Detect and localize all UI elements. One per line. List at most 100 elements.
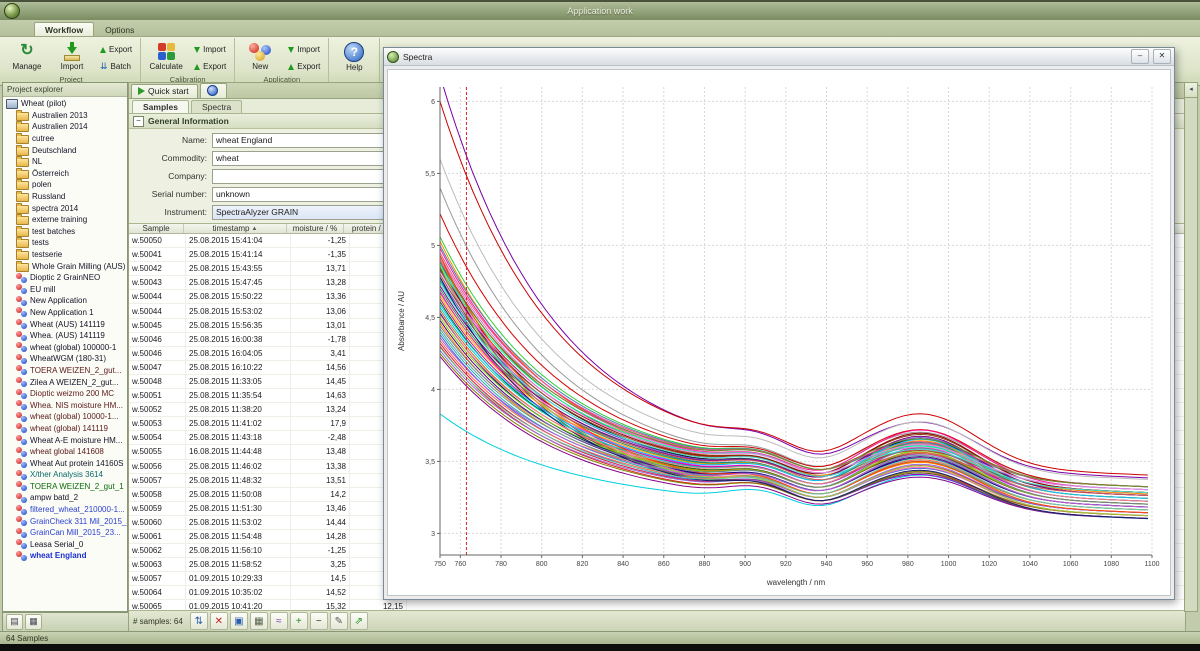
tab-samples[interactable]: Samples: [132, 100, 189, 113]
serial-number-field-label: Serial number:: [129, 189, 212, 199]
collapse-icon[interactable]: −: [133, 116, 144, 127]
tree-item[interactable]: Wheat A-E moisture HM...: [3, 434, 127, 446]
table-cell: 14,52: [291, 586, 350, 599]
spectra-window[interactable]: Spectra – ✕ 7507607808008208408608809009…: [383, 47, 1175, 600]
svg-text:760: 760: [454, 561, 466, 568]
table-cell: 25.08.2015 11:58:52: [186, 558, 291, 571]
column-header[interactable]: timestamp▲: [184, 224, 287, 233]
tree-item[interactable]: New Application: [3, 295, 127, 307]
app-icon: [16, 319, 27, 329]
tree-item[interactable]: Deutschland: [3, 144, 127, 156]
help-button[interactable]: ? Help: [333, 39, 375, 73]
tree-item[interactable]: Australien 2014: [3, 121, 127, 133]
tree-item-label: New Application: [30, 296, 87, 305]
export-application-button[interactable]: Export: [284, 59, 324, 74]
tab-spectra[interactable]: Spectra: [191, 100, 242, 113]
table-cell: 25.08.2015 16:10:22: [186, 361, 291, 374]
tree-item[interactable]: cutree: [3, 133, 127, 145]
batch-button[interactable]: ⇊ Batch: [96, 59, 136, 74]
list-view-button[interactable]: ▤: [6, 614, 23, 630]
tab-options[interactable]: Options: [94, 22, 145, 36]
calculate-button[interactable]: Calculate: [145, 39, 187, 74]
tree-item[interactable]: WheatWGM (180-31): [3, 353, 127, 365]
tree-item[interactable]: testserie: [3, 249, 127, 261]
tree-item[interactable]: tests: [3, 237, 127, 249]
tree-item[interactable]: GrainCan Mill_2015_23...: [3, 527, 127, 539]
tree-item[interactable]: Whea. (AUS) 141119: [3, 330, 127, 342]
tree-item[interactable]: wheat (global) 10000-1...: [3, 411, 127, 423]
tree-item[interactable]: Österreich: [3, 168, 127, 180]
tree-item[interactable]: externe training: [3, 214, 127, 226]
tree-item[interactable]: wheat (global) 141119: [3, 423, 127, 435]
spectra-window-titlebar[interactable]: Spectra – ✕: [384, 48, 1174, 66]
samples-toolbar: # samples: 64 ⇅✕▣▦≈+−✎⇗: [129, 610, 1185, 631]
export-calibration-button[interactable]: Export: [190, 59, 230, 74]
minimize-button[interactable]: –: [1131, 49, 1149, 64]
tree-item[interactable]: Whole Grain Milling (AUS): [3, 260, 127, 272]
tab-quick-start[interactable]: Quick start: [131, 84, 198, 98]
new-application-button[interactable]: New: [239, 39, 281, 74]
edit-button[interactable]: ✎: [330, 612, 348, 630]
tree-item[interactable]: X/ther Analysis 3614: [3, 469, 127, 481]
tree-item[interactable]: EU mill: [3, 284, 127, 296]
app-icon: [16, 528, 27, 538]
spectra-view-button[interactable]: ≈: [270, 612, 288, 630]
tree-item[interactable]: Australien 2013: [3, 110, 127, 122]
tree-item-label: GrainCan Mill_2015_23...: [30, 528, 121, 537]
svg-text:820: 820: [577, 561, 589, 568]
tree-item[interactable]: Wheat Aut protein 14160S: [3, 457, 127, 469]
tree-item[interactable]: Wheat (AUS) 141119: [3, 318, 127, 330]
tree-item[interactable]: wheat (global) 100000-1: [3, 341, 127, 353]
tree-item[interactable]: Leasa Serial_0: [3, 539, 127, 551]
reorder-button[interactable]: ⇅: [190, 612, 208, 630]
tree-item[interactable]: TOERA WEIZEN_2_gut_1: [3, 481, 127, 493]
titlebar[interactable]: Application work: [0, 0, 1200, 20]
export-project-button[interactable]: Export: [96, 42, 136, 57]
tree-item[interactable]: filtered_wheat_210000-1...: [3, 504, 127, 516]
tree-item[interactable]: spectra 2014: [3, 202, 127, 214]
column-header[interactable]: moisture / %: [287, 224, 344, 233]
tree-item[interactable]: test batches: [3, 226, 127, 238]
import-application-button[interactable]: Import: [284, 42, 324, 57]
tree-item[interactable]: Wheat (pilot): [3, 98, 127, 110]
grid-view-button[interactable]: ▦: [25, 614, 42, 630]
add-button[interactable]: +: [290, 612, 308, 630]
tree-item[interactable]: Dioptic 2 GrainNEO: [3, 272, 127, 284]
table-cell: 15,32: [291, 600, 350, 610]
import-project-button[interactable]: Import: [51, 39, 93, 74]
tree-item[interactable]: polen: [3, 179, 127, 191]
tree-item[interactable]: New Application 1: [3, 307, 127, 319]
svg-text:1080: 1080: [1104, 561, 1120, 568]
export-button[interactable]: ⇗: [350, 612, 368, 630]
import-calibration-button[interactable]: Import: [190, 42, 230, 57]
manage-button[interactable]: ↻ Manage: [6, 39, 48, 74]
tree-item[interactable]: wheat global 141608: [3, 446, 127, 458]
tree-item[interactable]: wheat England: [3, 550, 127, 562]
column-header[interactable]: Sample: [129, 224, 184, 233]
close-button[interactable]: ✕: [1153, 49, 1171, 64]
spectra-chart[interactable]: 7507607808008208408608809009209409609801…: [394, 77, 1164, 589]
folder-icon: [16, 170, 29, 179]
tree-item[interactable]: GrainCheck 311 Mil_2015_2...: [3, 515, 127, 527]
tree-item[interactable]: NL: [3, 156, 127, 168]
expand-panel-button[interactable]: ◂: [1185, 83, 1197, 98]
tree-item[interactable]: Whea. NIS moisture HM...: [3, 399, 127, 411]
delete-button[interactable]: ✕: [210, 612, 228, 630]
tree-item[interactable]: Russland: [3, 191, 127, 203]
table-view-button[interactable]: ▦: [250, 612, 268, 630]
tab-application-document[interactable]: [200, 83, 227, 98]
ribbon-group-project: ↻ Manage Import Export ⇊ Batch Project: [2, 38, 141, 84]
window-title: Application work: [0, 6, 1200, 16]
tree-item[interactable]: TOERA WEIZEN_2_gut...: [3, 365, 127, 377]
remove-button[interactable]: −: [310, 612, 328, 630]
table-cell: w.50050: [129, 234, 186, 247]
tab-workflow[interactable]: Workflow: [34, 22, 94, 36]
table-cell: w.50061: [129, 530, 186, 543]
table-row[interactable]: w.5006501.09.2015 10:41:2015,3212,15: [129, 600, 1185, 610]
tree-item[interactable]: Dioptic weizmo 200 MC: [3, 388, 127, 400]
save-button[interactable]: ▣: [230, 612, 248, 630]
tree-item[interactable]: ampw batd_2: [3, 492, 127, 504]
tree-item[interactable]: Zilea A WEIZEN_2_gut...: [3, 376, 127, 388]
tree-item-label: WheatWGM (180-31): [30, 354, 106, 363]
tree-item-label: Whea. (AUS) 141119: [30, 331, 105, 340]
